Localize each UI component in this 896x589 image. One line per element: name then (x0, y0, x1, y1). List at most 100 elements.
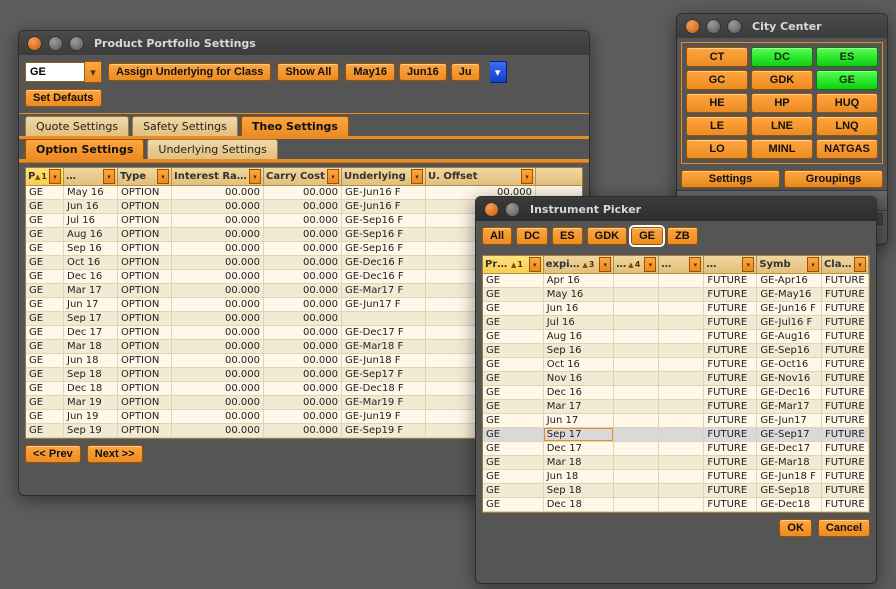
tab[interactable]: Quote Settings (25, 116, 129, 136)
tab[interactable]: Underlying Settings (147, 139, 278, 159)
filter-chip[interactable]: ES (552, 227, 583, 245)
filter-dropdown-icon[interactable] (411, 169, 423, 184)
filter-dropdown-icon[interactable] (327, 169, 339, 184)
filter-chip[interactable]: All (482, 227, 512, 245)
filter-dropdown-icon[interactable] (249, 169, 261, 184)
column-header[interactable]: Interest Rate (172, 168, 264, 185)
symbol-button-lnq[interactable]: LNQ (816, 116, 878, 136)
portfolio-titlebar[interactable]: Product Portfolio Settings (19, 31, 589, 55)
table-row[interactable]: GEDec 18FUTUREGE-Dec18FUTURE (483, 498, 869, 512)
column-header[interactable]: U. Offset (426, 168, 536, 185)
filter-dropdown-icon[interactable] (521, 169, 533, 184)
maximize-icon[interactable] (69, 36, 84, 51)
filter-dropdown-icon[interactable] (854, 257, 866, 272)
table-row[interactable]: GEMar 17FUTUREGE-Mar17FUTURE (483, 400, 869, 414)
symbol-button-hp[interactable]: HP (751, 93, 813, 113)
underlying-input[interactable] (25, 62, 85, 82)
symbol-button-gc[interactable]: GC (686, 70, 748, 90)
filter-dropdown-icon[interactable] (103, 169, 115, 184)
filter-chip[interactable]: GDK (587, 227, 627, 245)
table-row[interactable]: GENov 16FUTUREGE-Nov16FUTURE (483, 372, 869, 386)
tab[interactable]: Theo Settings (241, 116, 349, 136)
set-defaults-button[interactable]: Set Defauts (25, 89, 102, 107)
citycenter-titlebar[interactable]: City Center (677, 14, 887, 38)
column-header[interactable]: Class (822, 256, 869, 273)
symbol-button-minl[interactable]: MINL (751, 139, 813, 159)
table-row[interactable]: GEOct 16FUTUREGE-Oct16FUTURE (483, 358, 869, 372)
table-row[interactable]: GEJul 16FUTUREGE-Jul16 FFUTURE (483, 316, 869, 330)
symbol-button-lo[interactable]: LO (686, 139, 748, 159)
cancel-button[interactable]: Cancel (818, 519, 870, 537)
picker-titlebar[interactable]: Instrument Picker (476, 197, 876, 221)
column-header[interactable]: Pr…▲1 (483, 256, 544, 273)
column-header[interactable]: Pr…▲1 (26, 168, 64, 185)
filter-dropdown-icon[interactable] (49, 169, 61, 184)
maximize-icon[interactable] (727, 19, 742, 34)
settings-button[interactable]: Settings (681, 170, 780, 188)
month-overflow-dropdown[interactable] (490, 61, 507, 83)
filter-dropdown-icon[interactable] (157, 169, 169, 184)
symbol-button-ct[interactable]: CT (686, 47, 748, 67)
table-row[interactable]: GEJun 17FUTUREGE-Jun17FUTURE (483, 414, 869, 428)
chevron-down-icon[interactable] (85, 61, 102, 83)
column-header[interactable]: … (704, 256, 757, 273)
column-header[interactable]: … (659, 256, 704, 273)
table-row[interactable]: GESep 18FUTUREGE-Sep18FUTURE (483, 484, 869, 498)
table-row[interactable]: GEDec 17FUTUREGE-Dec17FUTURE (483, 442, 869, 456)
month-chip[interactable]: May16 (345, 63, 395, 81)
table-row[interactable]: GESep 16FUTUREGE-Sep16FUTURE (483, 344, 869, 358)
column-header[interactable]: Carry Cost (264, 168, 342, 185)
minimize-icon[interactable] (48, 36, 63, 51)
close-icon[interactable] (484, 202, 499, 217)
column-header[interactable]: expi…▲3 (544, 256, 615, 273)
table-row[interactable]: GEMar 18FUTUREGE-Mar18FUTURE (483, 456, 869, 470)
symbol-button-he[interactable]: HE (686, 93, 748, 113)
symbol-button-le[interactable]: LE (686, 116, 748, 136)
filter-dropdown-icon[interactable] (599, 257, 611, 272)
column-header[interactable]: … (64, 168, 118, 185)
filter-chip[interactable]: GE (631, 227, 663, 245)
table-row[interactable]: GEJun 16FUTUREGE-Jun16 FFUTURE (483, 302, 869, 316)
filter-dropdown-icon[interactable] (742, 257, 754, 272)
prev-button[interactable]: << Prev (25, 445, 81, 463)
symbol-button-lne[interactable]: LNE (751, 116, 813, 136)
filter-chip[interactable]: ZB (667, 227, 698, 245)
filter-chip[interactable]: DC (516, 227, 548, 245)
next-button[interactable]: Next >> (87, 445, 143, 463)
tab[interactable]: Option Settings (25, 139, 144, 159)
groupings-button[interactable]: Groupings (784, 170, 883, 188)
portfolio-toolbar: Assign Underlying for Class Show All May… (19, 55, 589, 113)
month-chip[interactable]: Ju (451, 63, 480, 81)
underlying-combo[interactable] (25, 62, 102, 82)
filter-dropdown-icon[interactable] (529, 257, 541, 272)
minimize-icon[interactable] (505, 202, 520, 217)
symbol-button-huq[interactable]: HUQ (816, 93, 878, 113)
table-row[interactable]: GESep 17FUTUREGE-Sep17FUTURE (483, 428, 869, 442)
column-header[interactable]: Symb (757, 256, 822, 273)
show-all-button[interactable]: Show All (277, 63, 339, 81)
table-row[interactable]: GEMay 16FUTUREGE-May16FUTURE (483, 288, 869, 302)
table-row[interactable]: GEDec 16FUTUREGE-Dec16FUTURE (483, 386, 869, 400)
minimize-icon[interactable] (706, 19, 721, 34)
column-header[interactable]: Underlying (342, 168, 426, 185)
close-icon[interactable] (685, 19, 700, 34)
table-row[interactable]: GEApr 16FUTUREGE-Apr16FUTURE (483, 274, 869, 288)
table-row[interactable]: GEAug 16FUTUREGE-Aug16FUTURE (483, 330, 869, 344)
symbol-button-gdk[interactable]: GDK (751, 70, 813, 90)
filter-dropdown-icon[interactable] (644, 257, 656, 272)
assign-underlying-button[interactable]: Assign Underlying for Class (108, 63, 271, 81)
tab[interactable]: Safety Settings (132, 116, 238, 136)
symbol-button-natgas[interactable]: NATGAS (816, 139, 878, 159)
symbol-button-ge[interactable]: GE (816, 70, 878, 90)
filter-dropdown-icon[interactable] (689, 257, 701, 272)
filter-dropdown-icon[interactable] (807, 257, 819, 272)
picker-grid-body[interactable]: GEApr 16FUTUREGE-Apr16FUTUREGEMay 16FUTU… (483, 274, 869, 512)
ok-button[interactable]: OK (779, 519, 812, 537)
symbol-button-es[interactable]: ES (816, 47, 878, 67)
column-header[interactable]: …▲4 (614, 256, 659, 273)
table-row[interactable]: GEJun 18FUTUREGE-Jun18 FFUTURE (483, 470, 869, 484)
symbol-button-dc[interactable]: DC (751, 47, 813, 67)
close-icon[interactable] (27, 36, 42, 51)
month-chip[interactable]: Jun16 (399, 63, 447, 81)
column-header[interactable]: Type (118, 168, 172, 185)
